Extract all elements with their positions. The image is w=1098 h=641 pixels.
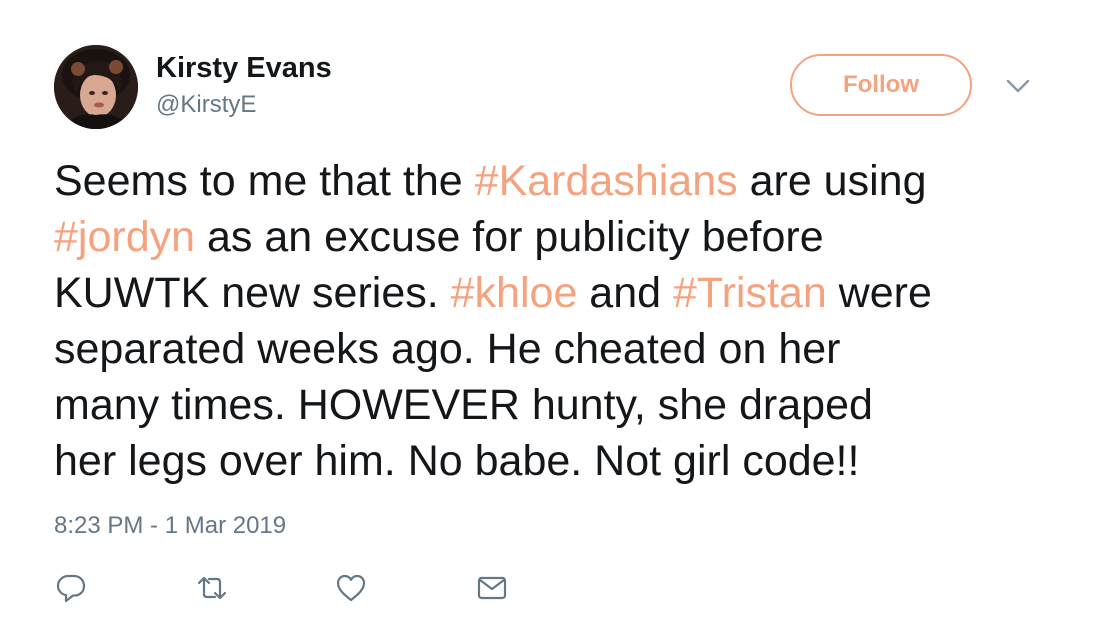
tweet-timestamp[interactable]: 8:23 PM - 1 Mar 2019 (54, 511, 286, 541)
hashtag-link[interactable]: #jordyn (54, 213, 195, 261)
retweet-icon[interactable] (195, 571, 229, 605)
follow-button[interactable]: Follow (790, 54, 972, 116)
tweet-text-line: KUWTK new series. #khloe and #Tristan we… (54, 265, 1064, 321)
tweet-text-segment: and (577, 269, 673, 317)
tweet-text-line: #jordyn as an excuse for publicity befor… (54, 209, 1064, 265)
tweet-text-segment: separated weeks ago. He cheated on her (54, 325, 841, 373)
reply-icon[interactable] (54, 571, 88, 605)
like-icon[interactable] (334, 571, 368, 605)
tweet-text-segment: her legs over him. No babe. Not girl cod… (54, 437, 860, 485)
tweet-text-line: her legs over him. No babe. Not girl cod… (54, 433, 1064, 489)
chevron-down-icon[interactable] (1005, 76, 1031, 96)
tweet-text-line: separated weeks ago. He cheated on her (54, 321, 1064, 377)
tweet-text-segment: many times. HOWEVER hunty, she draped (54, 381, 873, 429)
hashtag-link[interactable]: #khloe (451, 269, 578, 317)
user-name[interactable]: Kirsty Evans (156, 52, 332, 84)
avatar-photo (54, 45, 138, 129)
tweet-text-segment: KUWTK new series. (54, 269, 451, 317)
hashtag-link[interactable]: #Tristan (673, 269, 827, 317)
tweet-text: Seems to me that the #Kardashians are us… (54, 153, 1064, 489)
tweet-card: Kirsty Evans @KirstyE Follow Seems to me… (0, 0, 1098, 641)
user-handle[interactable]: @KirstyE (156, 91, 256, 119)
hashtag-link[interactable]: #Kardashians (475, 157, 738, 205)
avatar[interactable] (54, 45, 138, 129)
tweet-text-line: Seems to me that the #Kardashians are us… (54, 153, 1064, 209)
tweet-text-segment: are using (737, 157, 927, 205)
tweet-text-segment: were (826, 269, 932, 317)
dm-icon[interactable] (475, 571, 509, 605)
tweet-text-line: many times. HOWEVER hunty, she draped (54, 377, 1064, 433)
tweet-text-segment: as an excuse for publicity before (195, 213, 824, 261)
tweet-text-segment: Seems to me that the (54, 157, 475, 205)
